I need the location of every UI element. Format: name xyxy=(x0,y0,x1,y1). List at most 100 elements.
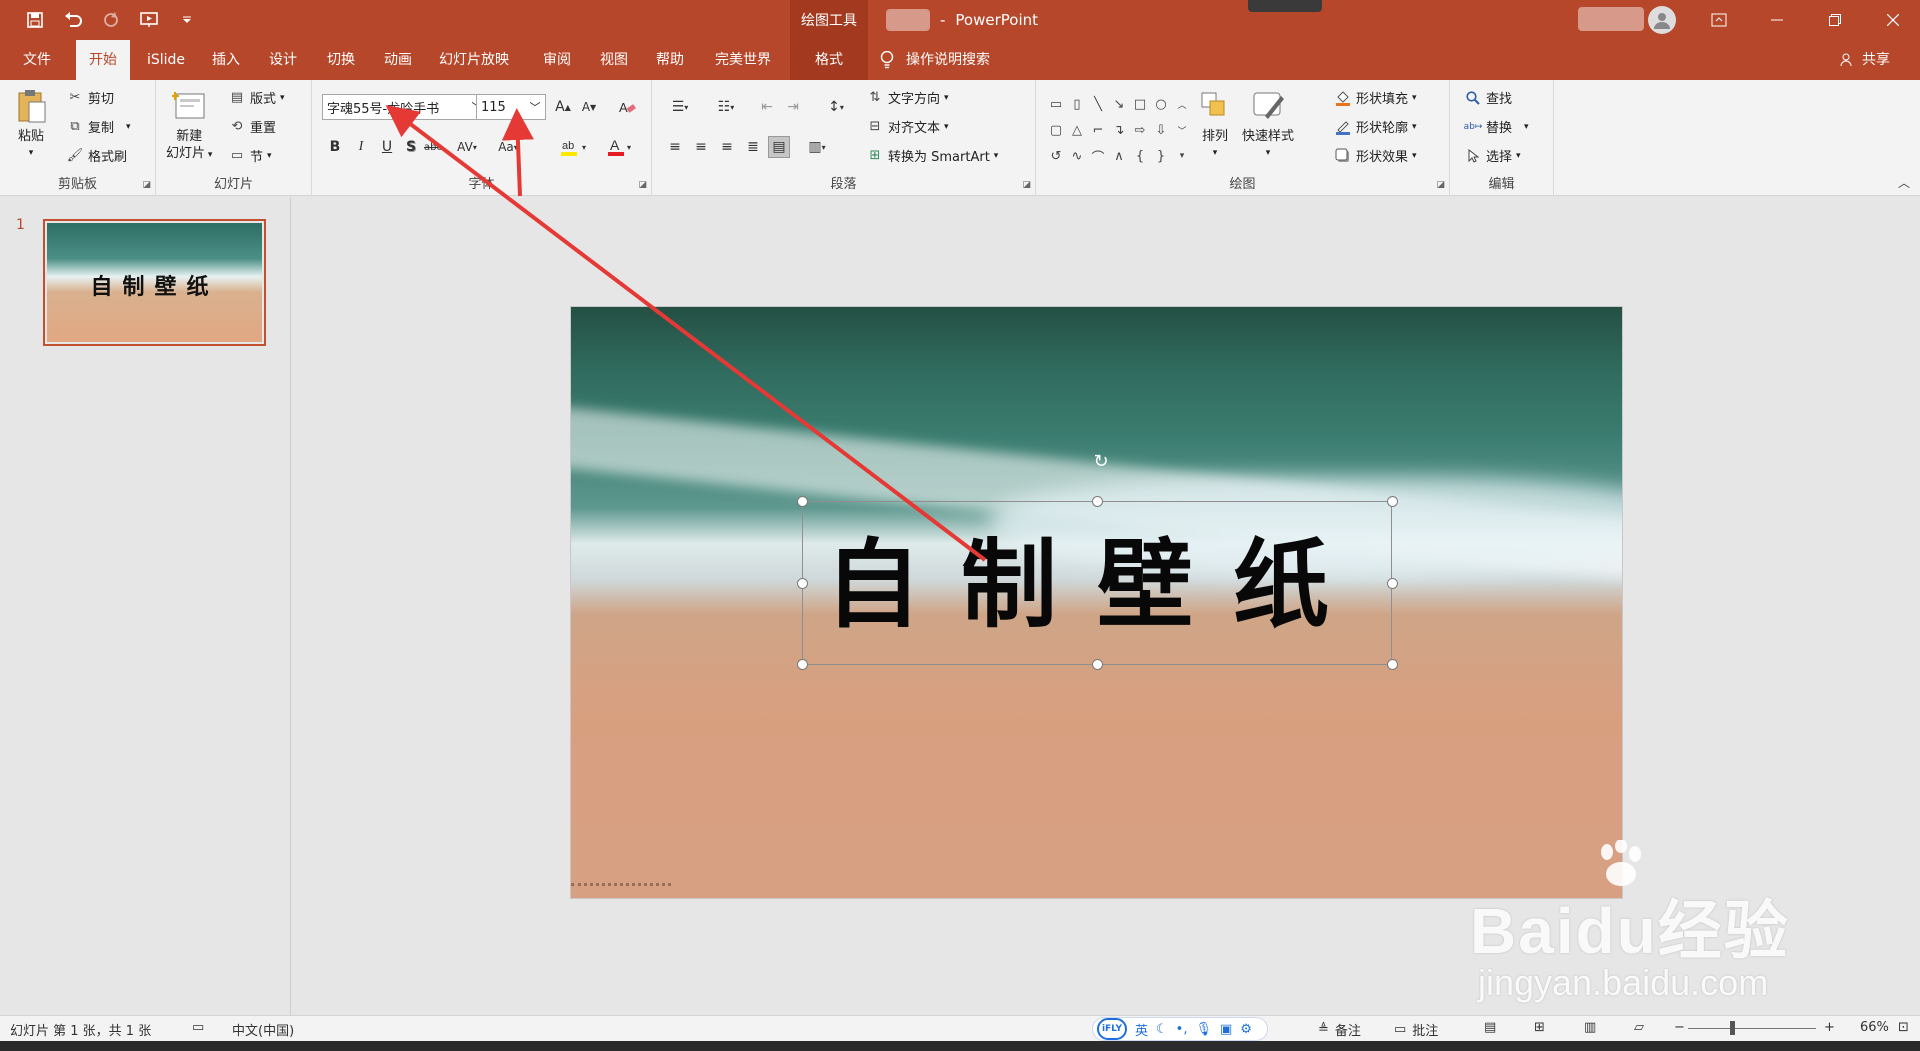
moon-icon[interactable]: ☾ xyxy=(1156,1022,1168,1037)
copy-button[interactable]: ⧉ 复制 ▾ xyxy=(66,117,130,136)
right-brace-shape-icon[interactable]: } xyxy=(1151,144,1171,168)
zoom-slider-thumb[interactable] xyxy=(1730,1021,1735,1035)
elbow-arrow-shape-icon[interactable]: ↴ xyxy=(1109,118,1129,142)
shape-fill-button[interactable]: 形状填充 ▾ xyxy=(1334,88,1417,107)
zoom-out-icon[interactable]: − xyxy=(1674,1020,1685,1035)
rounded-rectangle-shape-icon[interactable]: ▢ xyxy=(1046,118,1066,142)
line-spacing-icon[interactable]: ↕ ▾ xyxy=(818,96,854,118)
rectangle-shape-icon[interactable]: □ xyxy=(1130,92,1150,116)
title-text-box[interactable]: ↻ 自制壁纸 xyxy=(797,451,1398,670)
resize-handle-top[interactable] xyxy=(1092,496,1103,507)
align-center-icon[interactable]: ≡ xyxy=(690,136,712,158)
present-from-start-icon[interactable] xyxy=(134,6,164,34)
tab-slideshow[interactable]: 幻灯片放映 xyxy=(432,40,516,80)
new-slide-button[interactable]: 新建 幻灯片 ▾ xyxy=(166,88,212,164)
text-shadow-icon[interactable]: S xyxy=(400,136,422,158)
slideshow-view-icon[interactable]: ▱ xyxy=(1634,1020,1644,1035)
down-arrow-shape-icon[interactable]: ⇩ xyxy=(1151,118,1171,142)
clipboard-launcher-icon[interactable]: ◪ xyxy=(142,180,151,190)
columns-icon[interactable]: ▥ ▾ xyxy=(800,136,834,158)
collapse-ribbon-icon[interactable]: ︿ xyxy=(1898,174,1910,191)
font-launcher-icon[interactable]: ◪ xyxy=(638,180,647,190)
format-painter-button[interactable]: 🖌 格式刷 xyxy=(66,146,127,165)
quick-styles-button[interactable]: 快速样式 ▾ xyxy=(1242,88,1294,162)
align-text-button[interactable]: ⊟ 对齐文本 ▾ xyxy=(866,117,949,136)
highlight-color-icon[interactable]: ab ▾ xyxy=(556,136,590,158)
more-shapes-icon[interactable]: ▾ xyxy=(1172,144,1192,168)
section-button[interactable]: ▭ 节 ▾ xyxy=(228,146,272,165)
curve-shape-icon[interactable]: ⌒ xyxy=(1088,144,1108,168)
tab-help[interactable]: 帮助 xyxy=(644,40,696,80)
tab-islide[interactable]: iSlide xyxy=(138,40,194,80)
increase-font-size-icon[interactable]: A ▲ xyxy=(552,96,574,118)
font-size-combo[interactable]: 115 ﹀ xyxy=(476,94,546,120)
italic-icon[interactable]: I xyxy=(350,136,372,158)
paste-button[interactable]: 粘贴 ▾ xyxy=(14,88,48,162)
clear-formatting-icon[interactable]: A xyxy=(616,96,638,118)
distribute-icon[interactable]: ▤ xyxy=(768,136,790,158)
resize-handle-top-right[interactable] xyxy=(1387,496,1398,507)
save-icon[interactable] xyxy=(20,6,50,34)
restore-icon[interactable] xyxy=(1812,0,1858,40)
tab-home[interactable]: 开始 xyxy=(76,40,130,80)
slide-canvas[interactable]: ↻ 自制壁纸 xyxy=(570,306,1623,899)
resize-handle-bottom[interactable] xyxy=(1092,659,1103,670)
slide-thumbnail[interactable]: 自制壁纸 xyxy=(43,219,266,346)
change-case-icon[interactable]: Aa ▾ xyxy=(492,136,524,158)
convert-smartart-button[interactable]: ⊞ 转换为 SmartArt ▾ xyxy=(866,146,999,165)
resize-handle-bottom-right[interactable] xyxy=(1387,659,1398,670)
scroll-up-icon[interactable]: ︿ xyxy=(1172,92,1192,116)
select-button[interactable]: 选择 ▾ xyxy=(1464,146,1521,165)
punctuation-icon[interactable]: •, xyxy=(1176,1022,1188,1037)
shape-effects-button[interactable]: 形状效果 ▾ xyxy=(1334,146,1417,165)
ime-toolbar[interactable]: iFLY 英 ☾ •, 🎙 ▣ ⚙ xyxy=(1092,1017,1268,1041)
replace-button[interactable]: ab↦ 替换 ▾ xyxy=(1464,117,1529,136)
bold-icon[interactable]: B xyxy=(324,136,346,158)
character-spacing-icon[interactable]: AV ▾ xyxy=(450,136,484,158)
numbering-icon[interactable]: ☷ ▾ xyxy=(708,96,744,118)
microphone-icon[interactable]: 🎙 xyxy=(1195,1022,1212,1037)
fit-slide-icon[interactable]: ⊡ xyxy=(1898,1020,1909,1035)
wave-shape-icon[interactable]: ∿ xyxy=(1067,144,1087,168)
tab-animations[interactable]: 动画 xyxy=(374,40,422,80)
close-icon[interactable] xyxy=(1870,0,1916,40)
tab-design[interactable]: 设计 xyxy=(258,40,308,80)
right-arrow-shape-icon[interactable]: ⇨ xyxy=(1130,118,1150,142)
triangle-shape-icon[interactable]: △ xyxy=(1067,118,1087,142)
slide-title-text[interactable]: 自制壁纸 xyxy=(803,530,1391,640)
align-left-icon[interactable]: ≡ xyxy=(664,136,686,158)
customize-qat-icon[interactable] xyxy=(172,6,202,34)
vertical-text-box-shape-icon[interactable]: ▯ xyxy=(1067,92,1087,116)
find-button[interactable]: 查找 xyxy=(1464,88,1512,107)
rotate-handle-icon[interactable]: ↻ xyxy=(1090,450,1112,472)
tab-format[interactable]: 格式 xyxy=(790,40,868,80)
reset-button[interactable]: ⟲ 重置 xyxy=(228,117,276,136)
font-name-combo[interactable]: 字魂55号-龙吟手书 ﹀ xyxy=(322,94,488,120)
paragraph-launcher-icon[interactable]: ◪ xyxy=(1022,180,1031,190)
slide-sorter-icon[interactable]: ⊞ xyxy=(1534,1020,1545,1035)
spell-check-icon[interactable]: ▭ xyxy=(192,1020,204,1035)
scroll-down-icon[interactable]: ﹀ xyxy=(1172,118,1192,142)
undo-icon[interactable] xyxy=(58,6,88,34)
shape-outline-button[interactable]: 形状轮廓 ▾ xyxy=(1334,117,1417,136)
zoom-in-icon[interactable]: + xyxy=(1824,1020,1835,1035)
tell-me-search[interactable]: 操作说明搜索 xyxy=(878,40,990,80)
align-right-icon[interactable]: ≡ xyxy=(716,136,738,158)
chevron-down-icon[interactable]: ﹀ xyxy=(525,95,545,119)
resize-handle-bottom-left[interactable] xyxy=(797,659,808,670)
tab-transitions[interactable]: 切换 xyxy=(316,40,366,80)
tab-insert[interactable]: 插入 xyxy=(202,40,250,80)
redo-icon[interactable] xyxy=(96,6,126,34)
shapes-gallery[interactable]: ▭ ▯ ╲ ↘ □ ○ ︿ ▢ △ ⌐ ↴ ⇨ ⇩ ﹀ ↺ ∿ ⌒ ∧ { } … xyxy=(1046,92,1196,168)
font-color-icon[interactable]: A ▾ xyxy=(602,136,636,158)
decrease-font-size-icon[interactable]: A ▼ xyxy=(578,96,600,118)
minimize-icon[interactable] xyxy=(1754,0,1800,40)
tab-review[interactable]: 审阅 xyxy=(528,40,586,80)
arc-shape-icon[interactable]: ↺ xyxy=(1046,144,1066,168)
share-button[interactable]: 共享 xyxy=(1838,40,1890,80)
zoom-level[interactable]: 66% xyxy=(1860,1020,1889,1035)
normal-view-icon[interactable]: ▤ xyxy=(1484,1020,1496,1035)
ribbon-display-options-icon[interactable] xyxy=(1696,0,1742,40)
elbow-connector-shape-icon[interactable]: ⌐ xyxy=(1088,118,1108,142)
decrease-indent-icon[interactable]: ⇤ xyxy=(756,96,778,118)
